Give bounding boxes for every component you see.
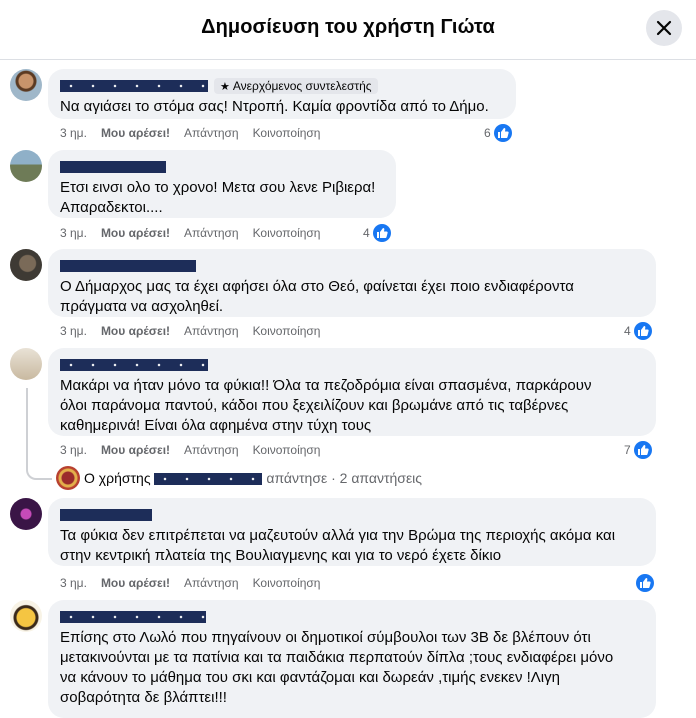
comment-text: Μακάρι να ήταν μόνο τα φύκια!! Όλα τα πε… (60, 377, 592, 434)
like-button[interactable]: Μου αρέσει! (101, 126, 170, 140)
thread-connector (26, 388, 52, 480)
reaction-count[interactable] (634, 574, 654, 592)
reply-button[interactable]: Απάντηση (184, 324, 239, 338)
reaction-count[interactable]: 6 (484, 124, 514, 142)
like-icon (373, 224, 391, 242)
contributor-badge: ★ Ανερχόμενος συντελεστής (214, 77, 378, 94)
avatar[interactable] (10, 69, 42, 101)
comment-bubble: Μακάρι να ήταν μόνο τα φύκια!! Όλα τα πε… (48, 348, 656, 436)
like-icon (634, 441, 652, 459)
redacted-author-name[interactable] (60, 358, 208, 371)
comment: Ο Δήμαρχος μας τα έχει αφήσει όλα στο Θε… (10, 249, 690, 345)
like-icon (636, 574, 654, 592)
like-icon (634, 322, 652, 340)
share-button[interactable]: Κοινοποίηση (253, 324, 321, 338)
like-button[interactable]: Μου αρέσει! (101, 324, 170, 338)
reply-button[interactable]: Απάντηση (184, 443, 239, 457)
timestamp[interactable]: 3 ημ. (60, 443, 87, 457)
redacted-author-name[interactable] (60, 610, 206, 623)
like-button[interactable]: Μου αρέσει! (101, 226, 170, 240)
avatar[interactable] (10, 249, 42, 281)
timestamp[interactable]: 3 ημ. (60, 576, 87, 590)
redacted-author-name[interactable] (60, 79, 208, 92)
reaction-count[interactable]: 4 (363, 224, 393, 242)
timestamp[interactable]: 3 ημ. (60, 324, 87, 338)
reaction-count[interactable]: 7 (624, 441, 654, 459)
comment-bubble: Ετσι εινσι ολο το χρονο! Μετα σου λενε Ρ… (48, 150, 396, 218)
comment: Τα φύκια δεν επιτρέπεται να μαζευτούν αλ… (10, 498, 690, 594)
reaction-count[interactable]: 4 (624, 322, 654, 340)
dialog-header: Δημοσίευση του χρήστη Γιώτα (0, 0, 696, 60)
share-button[interactable]: Κοινοποίηση (253, 576, 321, 590)
avatar[interactable] (10, 348, 42, 380)
comment: Ετσι εινσι ολο το χρονο! Μετα σου λενε Ρ… (10, 150, 690, 246)
comment-actions: 3 ημ. Μου αρέσει! Απάντηση Κοινοποίηση (60, 126, 334, 140)
comment-bubble: Επίσης στο Λωλό που πηγαίνουν οι δημοτικ… (48, 600, 656, 718)
timestamp[interactable]: 3 ημ. (60, 126, 87, 140)
redacted-author-name[interactable] (60, 508, 152, 521)
avatar[interactable] (10, 150, 42, 182)
avatar (56, 466, 80, 490)
share-button[interactable]: Κοινοποίηση (253, 226, 321, 240)
reply-button[interactable]: Απάντηση (184, 126, 239, 140)
comment: ★ Ανερχόμενος συντελεστής Να αγιάσει το σ… (10, 69, 690, 149)
like-button[interactable]: Μου αρέσει! (101, 443, 170, 457)
comment-actions: 3 ημ. Μου αρέσει! Απάντηση Κοινοποίηση (60, 443, 334, 457)
comment-text: Τα φύκια δεν επιτρέπεται να μαζευτούν αλ… (60, 527, 616, 564)
comment-actions: 3 ημ. Μου αρέσει! Απάντηση Κοινοποίηση (60, 226, 334, 240)
close-button[interactable] (646, 10, 682, 46)
comment-text: Επίσης στο Λωλό που πηγαίνουν οι δημοτικ… (60, 629, 614, 706)
avatar[interactable] (10, 600, 42, 632)
dialog-title: Δημοσίευση του χρήστη Γιώτα (201, 16, 495, 38)
redacted-author-name[interactable] (60, 160, 166, 173)
comment-text: Ο Δήμαρχος μας τα έχει αφήσει όλα στο Θε… (60, 278, 574, 315)
comment-bubble: Τα φύκια δεν επιτρέπεται να μαζευτούν αλ… (48, 498, 656, 566)
redacted-author-name[interactable] (60, 259, 196, 272)
share-button[interactable]: Κοινοποίηση (253, 443, 321, 457)
comment-text: Να αγιάσει το στόμα σας! Ντροπή. Καμία φ… (60, 98, 489, 115)
avatar[interactable] (10, 498, 42, 530)
close-icon (656, 20, 672, 36)
reply-button[interactable]: Απάντηση (184, 226, 239, 240)
share-button[interactable]: Κοινοποίηση (253, 126, 321, 140)
comment: Επίσης στο Λωλό που πηγαίνουν οι δημοτικ… (10, 600, 690, 718)
like-button[interactable]: Μου αρέσει! (101, 576, 170, 590)
comment: Μακάρι να ήταν μόνο τα φύκια!! Όλα τα πε… (10, 348, 690, 464)
comment-bubble: ★ Ανερχόμενος συντελεστής Να αγιάσει το σ… (48, 69, 516, 119)
timestamp[interactable]: 3 ημ. (60, 226, 87, 240)
comment-actions: 3 ημ. Μου αρέσει! Απάντηση Κοινοποίηση (60, 324, 334, 338)
comment-bubble: Ο Δήμαρχος μας τα έχει αφήσει όλα στο Θε… (48, 249, 656, 317)
comment-text: Ετσι εινσι ολο το χρονο! Μετα σου λενε Ρ… (60, 179, 376, 216)
redacted-author-name[interactable] (154, 473, 263, 486)
reply-button[interactable]: Απάντηση (184, 576, 239, 590)
star-icon: ★ (220, 80, 230, 93)
comment-actions: 3 ημ. Μου αρέσει! Απάντηση Κοινοποίηση (60, 576, 334, 590)
like-icon (494, 124, 512, 142)
